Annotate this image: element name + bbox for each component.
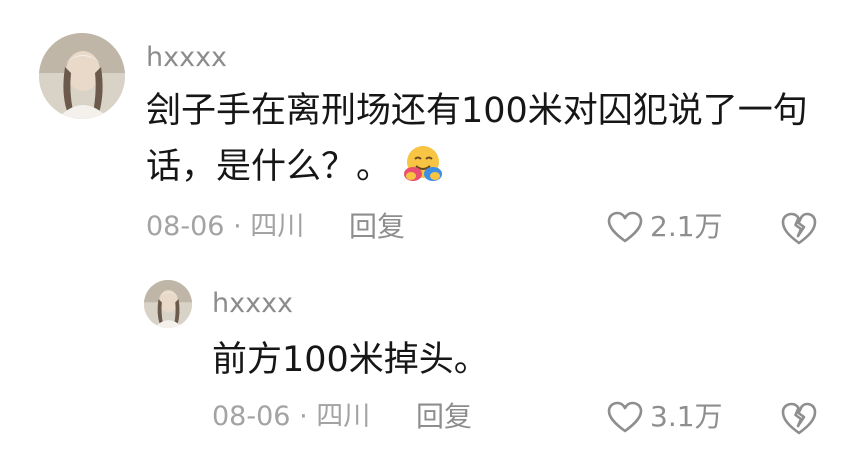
reply-date: 08-06 bbox=[212, 401, 291, 432]
reply-comment: hxxxx 前方100米掉头。 08-06 · 四川 回复 3.1万 bbox=[0, 260, 863, 456]
reply-location: 四川 bbox=[316, 401, 371, 432]
comment-text: 刽子手在离刑场还有100米对囚犯说了一句话，是什么？。 bbox=[146, 83, 826, 195]
avatar[interactable] bbox=[39, 33, 125, 119]
like-button[interactable]: 3.1万 bbox=[606, 399, 723, 435]
like-count: 3.1万 bbox=[650, 400, 723, 433]
heart-icon bbox=[607, 401, 643, 433]
comment-location: 四川 bbox=[250, 211, 305, 242]
comment-text-content: 刽子手在离刑场还有100米对囚犯说了一句话，是什么？。 bbox=[146, 91, 808, 187]
like-count: 2.1万 bbox=[650, 210, 723, 243]
comment-date: 08-06 bbox=[146, 211, 225, 242]
reply-text: 前方100米掉头。 bbox=[212, 340, 489, 380]
heart-icon bbox=[607, 211, 643, 243]
meta-separator: · bbox=[299, 401, 308, 432]
broken-heart-icon bbox=[781, 402, 817, 435]
meta-separator: · bbox=[233, 211, 242, 242]
reply-meta: 08-06 · 四川 bbox=[212, 399, 370, 435]
broken-heart-icon bbox=[781, 212, 817, 245]
comment-meta: 08-06 · 四川 bbox=[146, 209, 304, 245]
reply-username[interactable]: hxxxx bbox=[212, 288, 293, 320]
like-button[interactable]: 2.1万 bbox=[606, 209, 723, 245]
comment-username[interactable]: hxxxx bbox=[146, 42, 227, 74]
reply-button[interactable]: 回复 bbox=[349, 209, 405, 245]
comment: hxxxx 刽子手在离刑场还有100米对囚犯说了一句话，是什么？。 08-06 … bbox=[0, 0, 863, 260]
reply-button[interactable]: 回复 bbox=[416, 399, 472, 435]
dislike-button[interactable] bbox=[779, 400, 819, 436]
dislike-button[interactable] bbox=[779, 210, 819, 246]
avatar-photo bbox=[144, 280, 192, 328]
reply-avatar[interactable] bbox=[144, 280, 192, 328]
avatar-photo bbox=[39, 33, 125, 119]
hugging-face-emoji-icon bbox=[401, 142, 445, 186]
